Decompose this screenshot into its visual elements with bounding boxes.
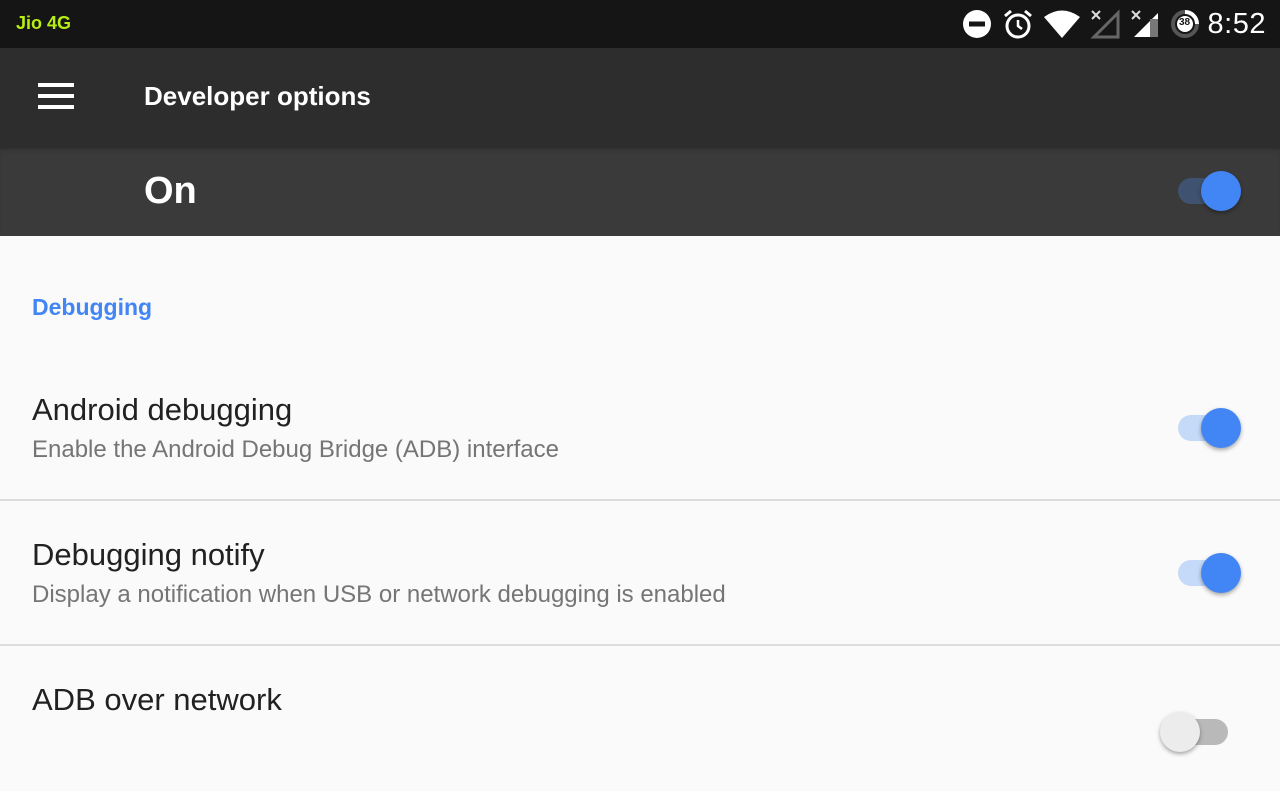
adb-over-network-toggle[interactable]	[1160, 710, 1228, 754]
pref-summary: Display a notification when USB or netwo…	[32, 581, 726, 608]
pref-debugging-notify[interactable]: Debugging notify Display a notification …	[0, 501, 1280, 646]
pref-android-debugging[interactable]: Android debugging Enable the Android Deb…	[0, 355, 1280, 500]
switch-thumb	[1201, 171, 1241, 211]
wifi-icon	[1043, 10, 1080, 38]
switch-thumb	[1201, 408, 1241, 448]
app-toolbar: Developer options	[0, 48, 1280, 146]
master-switch-toggle[interactable]	[1176, 169, 1242, 213]
carrier-label: Jio 4G	[16, 13, 72, 33]
debugging-notify-toggle[interactable]	[1176, 551, 1242, 595]
battery-icon: 38	[1170, 9, 1200, 39]
status-bar: Jio 4G 38 8:52	[0, 0, 1280, 48]
switch-thumb	[1201, 553, 1241, 593]
pref-summary: Enable the Android Debug Bridge (ADB) in…	[32, 436, 559, 463]
page-title: Developer options	[144, 81, 371, 111]
signal-icon	[1130, 10, 1158, 37]
clock: 8:52	[1207, 7, 1266, 40]
alarm-icon	[1003, 9, 1032, 39]
hamburger-menu-icon[interactable]	[28, 77, 84, 117]
pref-adb-over-network[interactable]: ADB over network	[0, 646, 1280, 791]
do-not-disturb-icon	[962, 10, 991, 38]
master-switch-label: On	[144, 170, 197, 212]
pref-title: Android debugging	[32, 392, 293, 427]
pref-title: Debugging notify	[32, 537, 265, 572]
android-debugging-toggle[interactable]	[1176, 406, 1242, 450]
master-switch-bar[interactable]: On	[0, 146, 1280, 236]
battery-level: 38	[1178, 17, 1191, 28]
switch-thumb	[1160, 712, 1200, 752]
status-icons: 38 8:52	[952, 0, 1266, 48]
pref-title: ADB over network	[32, 682, 282, 717]
signal-no-service-icon	[1089, 9, 1120, 39]
category-header-debugging: Debugging	[32, 294, 153, 320]
